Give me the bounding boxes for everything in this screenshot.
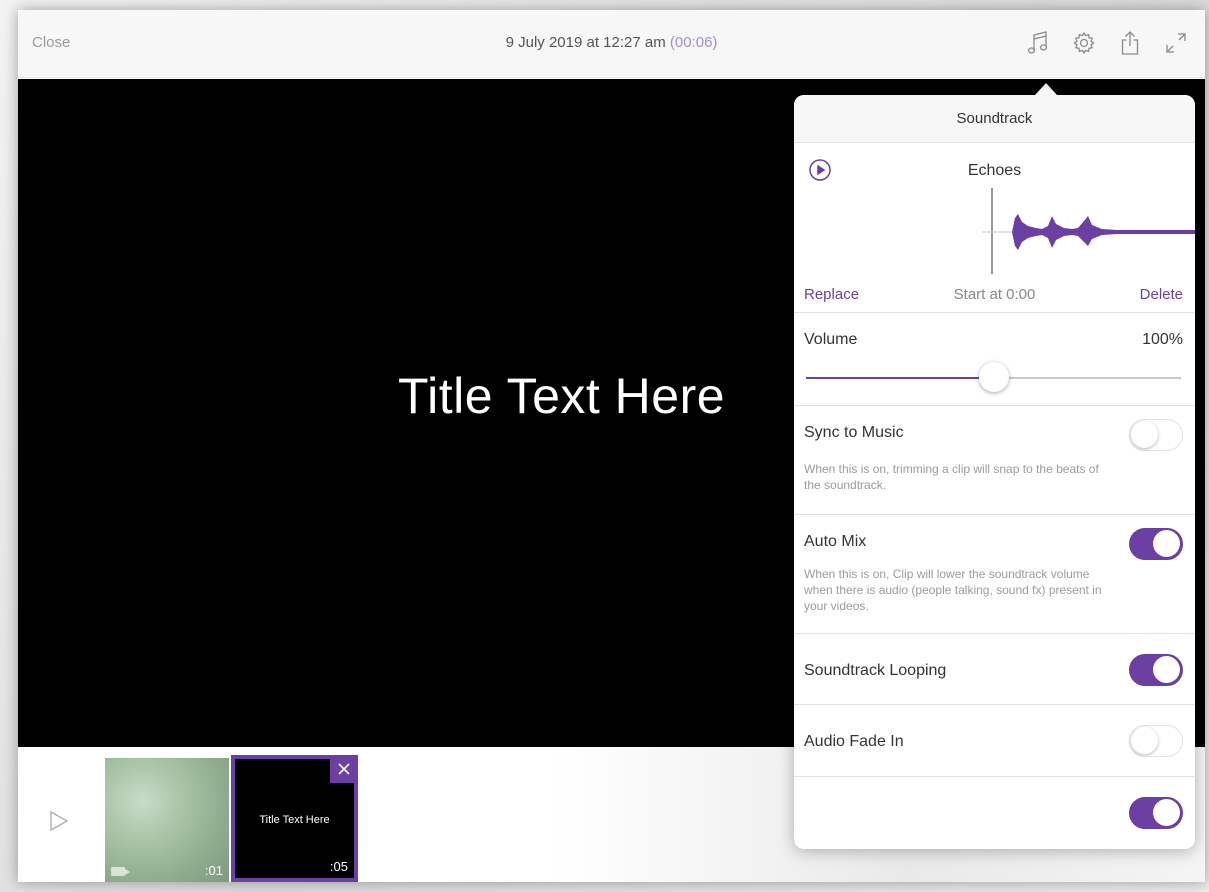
video-camera-icon xyxy=(111,867,130,876)
soundtrack-looping-row: Soundtrack Looping xyxy=(794,634,1195,705)
clip-editor-app: Close 9 July 2019 at 12:27 am (00:06) Ti… xyxy=(18,10,1205,882)
sync-to-music-row: Sync to Music When this is on, trimming … xyxy=(794,406,1195,515)
sync-to-music-description: When this is on, trimming a clip will sn… xyxy=(804,462,1099,492)
auto-mix-row: Auto Mix When this is on, Clip will lowe… xyxy=(794,515,1195,634)
remove-clip-button[interactable] xyxy=(330,755,358,783)
clip-title-text: Title Text Here xyxy=(259,814,330,826)
toggle-knob xyxy=(1153,530,1180,557)
timeline-clip[interactable]: :01 xyxy=(105,758,229,882)
toggle-knob xyxy=(1153,656,1180,683)
gear-icon[interactable] xyxy=(1061,28,1107,58)
sync-to-music-label: Sync to Music xyxy=(804,424,904,441)
delete-button[interactable]: Delete xyxy=(1140,286,1183,303)
volume-slider-knob[interactable] xyxy=(978,362,1009,392)
popover-arrow xyxy=(1035,83,1057,95)
audio-fade-out-toggle[interactable] xyxy=(1129,797,1183,829)
track-name: Echoes xyxy=(967,162,1022,179)
auto-mix-label: Auto Mix xyxy=(804,533,867,550)
close-icon xyxy=(338,763,350,775)
timeline-clip-selected[interactable]: Title Text Here :05 xyxy=(231,755,358,882)
top-bar: Close 9 July 2019 at 12:27 am (00:06) xyxy=(18,10,1205,78)
soundtrack-looping-toggle[interactable] xyxy=(1129,654,1183,686)
project-duration: (00:06) xyxy=(669,34,718,51)
toolbar-icons xyxy=(1015,28,1199,58)
audio-fade-in-row: Audio Fade In xyxy=(794,705,1195,777)
clip-duration: :05 xyxy=(329,859,348,874)
share-icon[interactable] xyxy=(1107,28,1153,58)
preview-title-text: Title Text Here xyxy=(398,368,726,424)
start-time-label: Start at 0:00 xyxy=(953,286,1036,303)
soundtrack-header: Soundtrack xyxy=(794,95,1195,143)
toggle-knob xyxy=(1153,799,1180,826)
track-section: Echoes Replace Start at 0:00 Delete xyxy=(794,143,1195,313)
toggle-knob xyxy=(1131,727,1158,754)
volume-section: Volume 100% xyxy=(794,313,1195,406)
soundtrack-popover: Soundtrack Echoes Replace Start at 0:00 … xyxy=(794,95,1195,849)
volume-slider[interactable] xyxy=(806,362,1181,392)
volume-slider-fill xyxy=(806,377,994,379)
soundtrack-looping-label: Soundtrack Looping xyxy=(804,662,947,679)
expand-icon[interactable] xyxy=(1153,28,1199,58)
audio-fade-out-row xyxy=(794,777,1195,829)
waveform[interactable] xyxy=(982,188,1195,281)
audio-fade-in-toggle[interactable] xyxy=(1129,725,1183,757)
music-note-icon[interactable] xyxy=(1015,28,1061,58)
auto-mix-description: When this is on, Clip will lower the sou… xyxy=(804,567,1102,613)
play-button[interactable] xyxy=(48,809,70,838)
auto-mix-toggle[interactable] xyxy=(1129,528,1183,560)
volume-label: Volume xyxy=(804,331,858,348)
clip-duration: :01 xyxy=(204,863,223,878)
sync-to-music-toggle[interactable] xyxy=(1129,419,1183,451)
project-date: 9 July 2019 at 12:27 am xyxy=(505,34,666,51)
toggle-knob xyxy=(1131,421,1158,448)
volume-value: 100% xyxy=(1142,331,1183,348)
audio-fade-in-label: Audio Fade In xyxy=(804,733,904,750)
